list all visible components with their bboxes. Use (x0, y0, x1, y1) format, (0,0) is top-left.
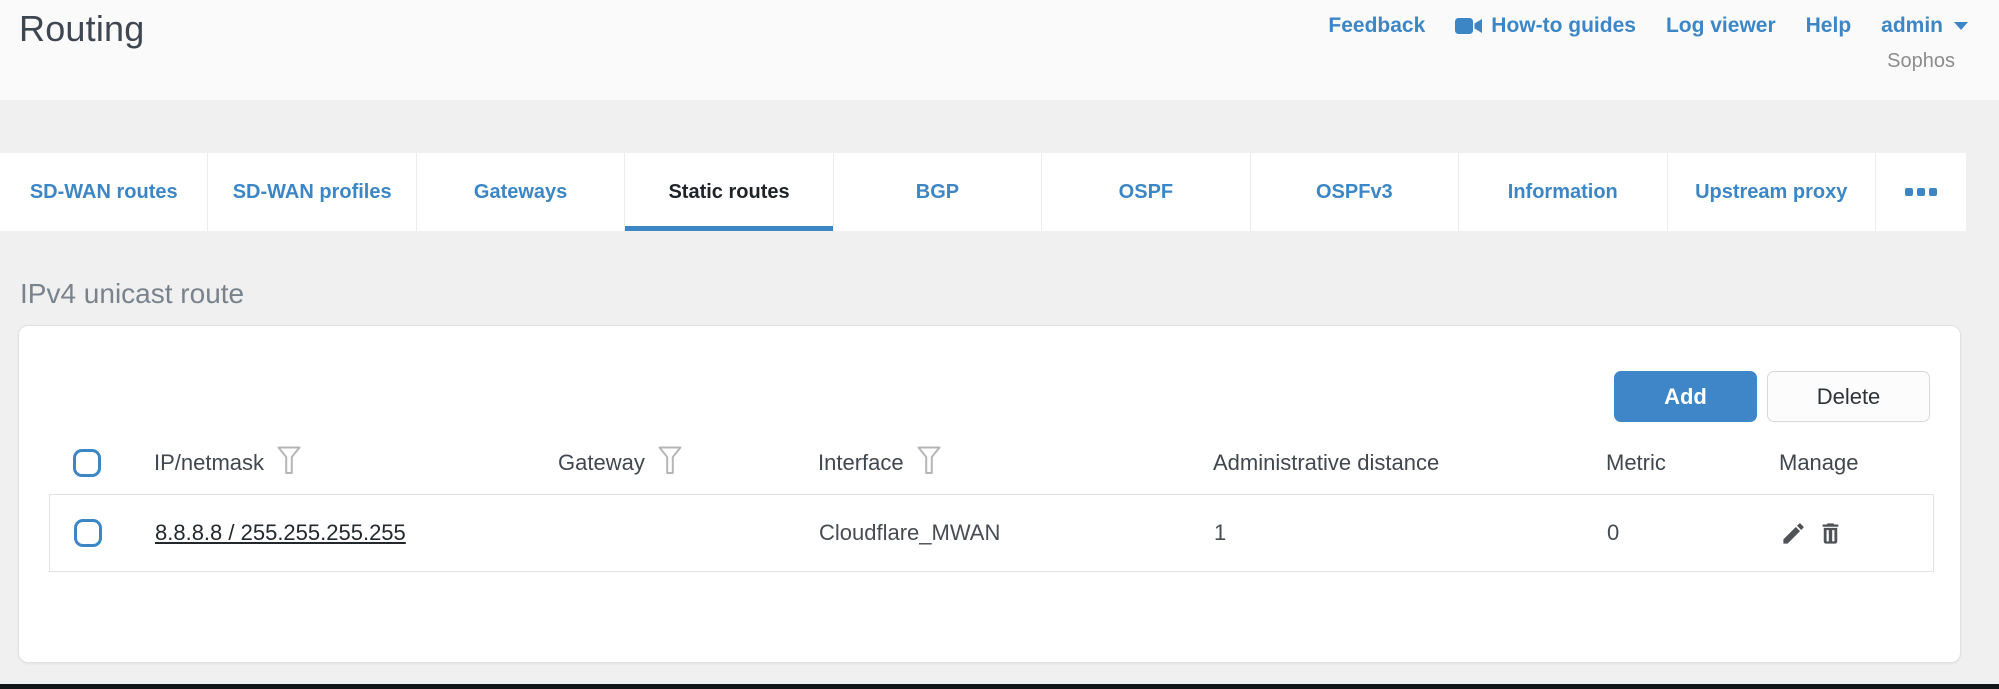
row-select-cell (50, 519, 155, 547)
howto-guides-link[interactable]: How-to guides (1455, 14, 1636, 38)
col-label: Interface (818, 450, 904, 476)
static-routes-card: Add Delete IP/netmask Gateway Interface (18, 325, 1961, 663)
col-header-metric: Metric (1606, 450, 1779, 476)
tab-sdwan-profiles[interactable]: SD-WAN profiles (208, 153, 416, 231)
tab-overflow-ellipsis-icon[interactable] (1876, 153, 1966, 231)
tab-information[interactable]: Information (1459, 153, 1667, 231)
manage-cell (1780, 520, 1935, 547)
tab-static-routes[interactable]: Static routes (625, 153, 833, 231)
col-header-gateway: Gateway (558, 446, 818, 481)
tab-gateways[interactable]: Gateways (417, 153, 625, 231)
col-header-ip-netmask: IP/netmask (154, 446, 558, 481)
video-camera-icon (1455, 17, 1482, 35)
top-nav: Feedback How-to guides Log viewer Help a… (1328, 14, 1968, 38)
tab-upstream-proxy[interactable]: Upstream proxy (1668, 153, 1876, 231)
table-header: IP/netmask Gateway Interface (49, 434, 1934, 492)
col-header-interface: Interface (818, 446, 1213, 481)
tab-ospfv3[interactable]: OSPFv3 (1251, 153, 1459, 231)
add-button[interactable]: Add (1614, 371, 1757, 422)
select-all-checkbox[interactable] (73, 449, 101, 477)
ip-netmask-link[interactable]: 8.8.8.8 / 255.255.255.255 (155, 520, 406, 545)
ellipsis-dot (1917, 188, 1925, 196)
col-label: Metric (1606, 450, 1666, 476)
admin-menu-label: admin (1881, 14, 1943, 38)
ellipsis-dot (1905, 188, 1913, 196)
bottom-edge-bar (0, 684, 1999, 689)
interface-cell: Cloudflare_MWAN (819, 520, 1214, 546)
select-all-cell (49, 449, 154, 477)
col-label: Manage (1779, 450, 1859, 476)
table-toolbar: Add Delete (1614, 371, 1930, 422)
log-viewer-link[interactable]: Log viewer (1666, 14, 1776, 38)
tab-ospf[interactable]: OSPF (1042, 153, 1250, 231)
tab-bgp[interactable]: BGP (834, 153, 1042, 231)
howto-guides-label: How-to guides (1491, 14, 1636, 38)
tab-sdwan-routes[interactable]: SD-WAN routes (0, 153, 208, 231)
table-row: 8.8.8.8 / 255.255.255.255 Cloudflare_MWA… (49, 494, 1934, 572)
feedback-link[interactable]: Feedback (1328, 14, 1425, 38)
col-label: Administrative distance (1213, 450, 1439, 476)
row-checkbox[interactable] (74, 519, 102, 547)
col-header-manage: Manage (1779, 450, 1934, 476)
delete-button[interactable]: Delete (1767, 371, 1930, 422)
filter-funnel-icon[interactable] (917, 446, 941, 481)
col-header-admin-distance: Administrative distance (1213, 450, 1606, 476)
help-link[interactable]: Help (1806, 14, 1852, 38)
page-header: Routing Feedback How-to guides Log viewe… (0, 0, 1999, 100)
admin-menu[interactable]: admin (1881, 14, 1968, 38)
ellipsis-dot (1929, 188, 1937, 196)
ip-netmask-cell: 8.8.8.8 / 255.255.255.255 (155, 520, 559, 546)
filter-funnel-icon[interactable] (277, 446, 301, 481)
metric-cell: 0 (1607, 520, 1780, 546)
delete-trash-icon[interactable] (1817, 520, 1844, 547)
col-label: IP/netmask (154, 450, 264, 476)
brand-label: Sophos (1887, 50, 1955, 73)
admin-distance-cell: 1 (1214, 520, 1607, 546)
filter-funnel-icon[interactable] (658, 446, 682, 481)
col-label: Gateway (558, 450, 645, 476)
page-title: Routing (19, 8, 144, 50)
chevron-down-icon (1954, 22, 1968, 30)
section-title: IPv4 unicast route (20, 278, 244, 310)
edit-pencil-icon[interactable] (1780, 520, 1807, 547)
tab-bar: SD-WAN routes SD-WAN profiles Gateways S… (0, 153, 1966, 231)
